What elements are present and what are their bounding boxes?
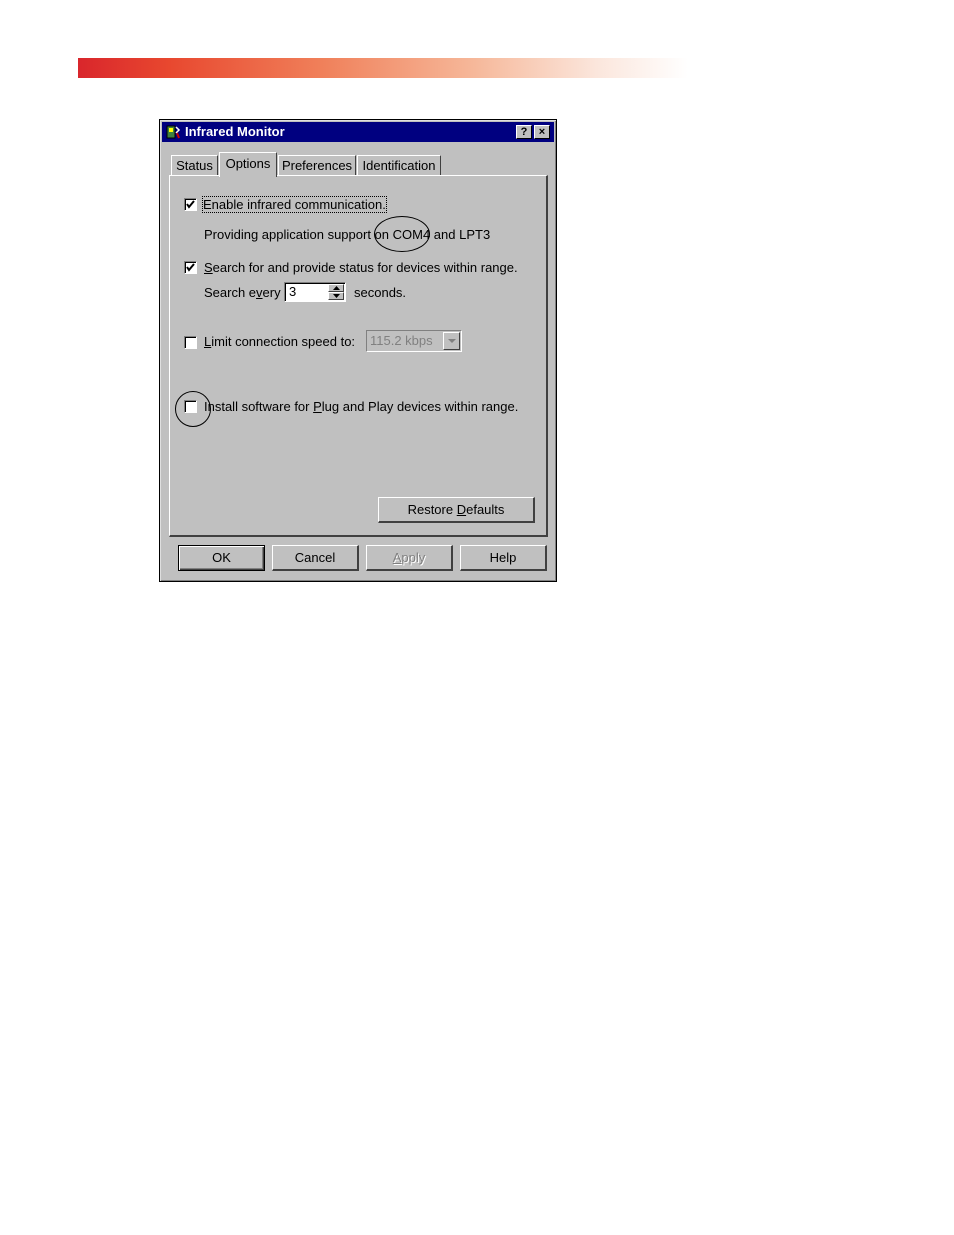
header-color-banner xyxy=(78,58,688,78)
install-pre: Install software for xyxy=(204,399,314,414)
check-icon xyxy=(186,200,195,209)
cancel-label: Cancel xyxy=(294,550,336,565)
support-prefix: Providing application support on xyxy=(204,227,393,242)
speed-select[interactable]: 115.2 kbps xyxy=(366,330,462,352)
limit-rest: imit connection speed to: xyxy=(211,334,356,349)
ok-label: OK xyxy=(212,550,231,565)
search-interval-spinner[interactable]: 3 xyxy=(284,282,346,302)
tab-identification-label: Identification xyxy=(362,158,436,173)
chevron-down-icon xyxy=(448,339,456,343)
tab-preferences[interactable]: Preferences xyxy=(278,155,356,175)
search-interval-value[interactable]: 3 xyxy=(289,284,296,299)
arrow-up-icon xyxy=(333,286,340,290)
seconds-label: seconds. xyxy=(354,285,407,300)
install-rest: lug and Play devices within range. xyxy=(321,399,519,414)
support-lpt-port: LPT3 xyxy=(459,227,491,242)
spin-up-button[interactable] xyxy=(328,284,344,292)
enable-infrared-checkbox[interactable] xyxy=(184,198,197,211)
tab-status-label: Status xyxy=(176,158,213,173)
tab-options-label: Options xyxy=(225,156,271,171)
install-pnp-checkbox[interactable] xyxy=(184,400,197,413)
search-devices-label[interactable]: Search for and provide status for device… xyxy=(204,260,518,275)
support-text: Providing application support on COM4 an… xyxy=(204,227,490,242)
enable-infrared-label[interactable]: Enable infrared communication. xyxy=(202,196,387,213)
speed-dropdown-button[interactable] xyxy=(443,332,460,350)
speed-selected-value: 115.2 kbps xyxy=(370,333,433,348)
window-title: Infrared Monitor xyxy=(185,124,285,139)
title-bar[interactable]: Infrared Monitor ? × xyxy=(162,122,554,142)
arrow-down-icon xyxy=(333,294,340,298)
spin-down-button[interactable] xyxy=(328,292,344,300)
help-title-button[interactable]: ? xyxy=(516,125,532,139)
search-key: S xyxy=(204,260,213,275)
search-rest: earch for and provide status for devices… xyxy=(212,260,518,275)
restore-key: D xyxy=(456,502,467,517)
interval-post: ery xyxy=(262,285,281,300)
infrared-monitor-icon xyxy=(166,125,181,139)
check-icon xyxy=(186,263,195,272)
apply-button[interactable]: Apply xyxy=(366,545,453,571)
close-icon: × xyxy=(538,126,546,138)
ok-button[interactable]: OK xyxy=(178,545,265,571)
restore-post: efaults xyxy=(466,502,505,517)
help-icon: ? xyxy=(520,126,528,138)
tab-status[interactable]: Status xyxy=(171,155,218,175)
tab-identification[interactable]: Identification xyxy=(357,155,441,175)
restore-defaults-button[interactable]: Restore Defaults xyxy=(378,497,535,523)
apply-rest: pply xyxy=(401,550,426,565)
install-pnp-label[interactable]: Install software for Plug and Play devic… xyxy=(204,399,518,414)
search-devices-checkbox[interactable] xyxy=(184,261,197,274)
cancel-button[interactable]: Cancel xyxy=(272,545,359,571)
enable-infrared-text: Enable infrared communication. xyxy=(203,197,386,212)
search-interval-label: Search every xyxy=(204,285,281,300)
restore-pre: Restore xyxy=(407,502,457,517)
install-key: P xyxy=(313,399,322,414)
interval-pre: Search e xyxy=(204,285,257,300)
limit-speed-checkbox[interactable] xyxy=(184,336,197,349)
help-label: Help xyxy=(489,550,517,565)
support-middle: and xyxy=(430,227,460,242)
support-com-port: COM4 xyxy=(392,227,431,242)
limit-speed-label[interactable]: Limit connection speed to: xyxy=(204,334,355,349)
tab-options[interactable]: Options xyxy=(219,152,277,177)
close-button[interactable]: × xyxy=(534,125,550,139)
help-button[interactable]: Help xyxy=(460,545,547,571)
tab-preferences-label: Preferences xyxy=(281,158,353,173)
